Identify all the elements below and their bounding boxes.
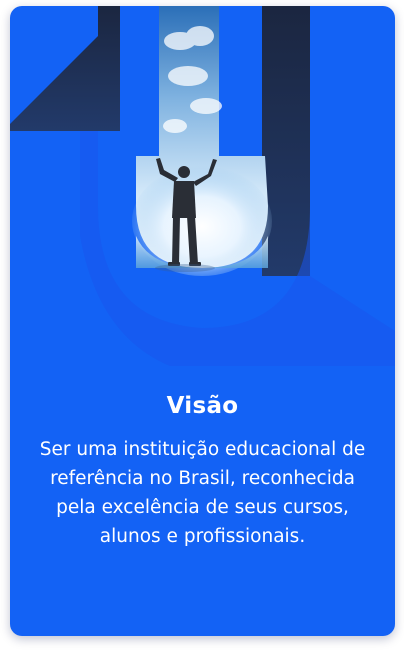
- vision-text: Visão Ser uma instituição educacional de…: [10, 391, 395, 551]
- vision-illustration: [10, 6, 395, 366]
- vision-description: Ser uma instituição educacional de refer…: [39, 439, 366, 547]
- vision-card: Visão Ser uma instituição educacional de…: [10, 6, 395, 636]
- vision-title: Visão: [166, 393, 239, 419]
